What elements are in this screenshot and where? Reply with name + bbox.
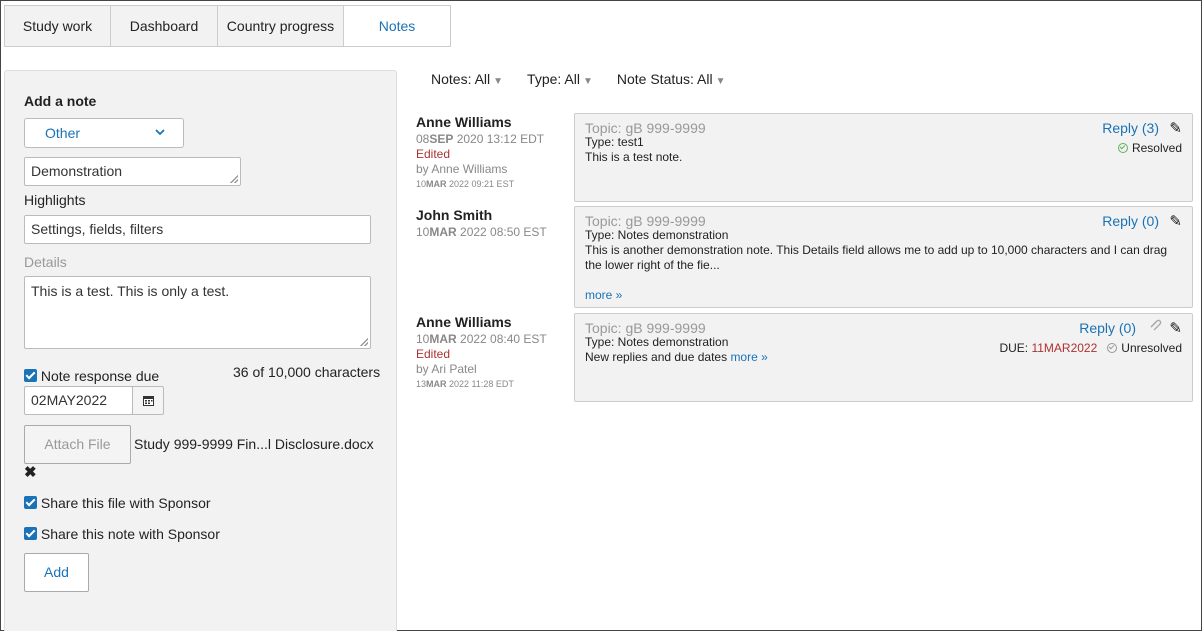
check-circle-icon	[1107, 343, 1118, 353]
note-type: Type: Notes demonstration	[585, 228, 729, 242]
chevron-down-icon	[155, 119, 165, 157]
tab-notes[interactable]: Notes	[344, 5, 451, 47]
note-type: Type: test1	[585, 135, 644, 149]
note-date: 10MAR 2022 08:50 EST	[416, 225, 547, 239]
due-date-input[interactable]: 02MAY2022	[24, 386, 133, 415]
caret-down-icon: ▼	[582, 76, 593, 87]
char-counter: 36 of 10,000 characters	[233, 364, 381, 380]
note-topic: Topic: gB 999-9999	[585, 213, 706, 229]
remove-file-icon[interactable]: ✖	[24, 463, 37, 481]
note-type: Type: Notes demonstration	[585, 335, 729, 349]
highlights-field[interactable]: Settings, fields, filters	[24, 215, 371, 244]
highlights-value: Settings, fields, filters	[31, 221, 164, 237]
share-note-checkbox[interactable]	[24, 527, 37, 540]
resize-grip-icon[interactable]	[230, 175, 238, 183]
due-label: DUE:	[999, 341, 1032, 355]
share-note-label: Share this note with Sponsor	[40, 526, 220, 542]
tab-dashboard[interactable]: Dashboard	[111, 5, 218, 47]
add-note-panel: Add a note Other Demonstration Highlight…	[4, 70, 397, 631]
share-file-label: Share this file with Sponsor	[40, 495, 211, 511]
calendar-button[interactable]	[132, 386, 164, 415]
add-note-button[interactable]: Add	[24, 553, 89, 592]
caret-down-icon: ▼	[715, 76, 726, 87]
reply-link[interactable]: Reply (0)	[1079, 320, 1136, 336]
caret-down-icon: ▼	[493, 76, 504, 87]
attached-file-name: Study 999-9999 Fin...l Disclosure.docx	[134, 436, 374, 452]
note-author: Anne Williams	[416, 114, 512, 130]
notes-filters: Notes: All ▼ Type: All ▼ Note Status: All ▼	[431, 71, 726, 87]
note-topic: Topic: gB 999-9999	[585, 320, 706, 336]
note-body: This is another demonstration note. This…	[585, 243, 1168, 272]
note-card[interactable]: Topic: gB 999-9999 Type: Notes demonstra…	[574, 206, 1193, 308]
note-author: Anne Williams	[416, 314, 512, 330]
status-badge: Resolved	[1117, 141, 1182, 155]
tab-country-progress[interactable]: Country progress	[218, 5, 344, 47]
edited-by: by Ari Patel	[416, 362, 477, 376]
calendar-icon	[142, 393, 154, 408]
share-file-row: Share this file with Sponsor	[24, 495, 211, 511]
reply-link[interactable]: Reply (0)	[1102, 213, 1159, 229]
attach-file-button[interactable]: Attach File	[24, 425, 131, 464]
note-body: This is a test note.	[585, 150, 683, 164]
share-file-checkbox[interactable]	[24, 496, 37, 509]
filter-type[interactable]: Type: All ▼	[527, 71, 593, 87]
pencil-icon[interactable]: ✎	[1169, 319, 1182, 337]
filter-notes[interactable]: Notes: All ▼	[431, 71, 503, 87]
details-label: Details	[24, 254, 67, 270]
note-author: John Smith	[416, 207, 493, 223]
details-textarea[interactable]: This is a test. This is only a test.	[24, 276, 371, 349]
reply-link[interactable]: Reply (3)	[1102, 120, 1159, 136]
response-due-row: Note response due	[24, 368, 159, 384]
note-meta: John Smith 10MAR 2022 08:50 EST	[416, 207, 547, 240]
edited-by: by Anne Williams	[416, 162, 508, 176]
note-card[interactable]: Topic: gB 999-9999 Type: test1 This is a…	[574, 113, 1193, 202]
note-category-select[interactable]: Other	[24, 118, 184, 148]
tab-study-work[interactable]: Study work	[4, 5, 111, 47]
highlights-label: Highlights	[24, 192, 86, 208]
note-date: 10MAR 2022 08:40 EST	[416, 332, 547, 346]
edited-date: 13MAR 2022 11:28 EDT	[416, 379, 514, 389]
details-value: This is a test. This is only a test.	[31, 283, 230, 299]
filter-notes-label: Notes: All	[431, 71, 491, 87]
filter-note-status[interactable]: Note Status: All ▼	[617, 71, 726, 87]
topic-field[interactable]: Demonstration	[24, 157, 241, 186]
response-due-label: Note response due	[40, 368, 160, 384]
note-meta: Anne Williams 10MAR 2022 08:40 EST Edite…	[416, 314, 547, 392]
filter-type-label: Type: All	[527, 71, 580, 87]
more-link[interactable]: more »	[730, 350, 767, 364]
note-date: 08SEP 2020 13:12 EDT	[416, 132, 545, 146]
response-due-checkbox[interactable]	[24, 369, 37, 382]
add-note-heading: Add a note	[24, 93, 97, 109]
topic-value: Demonstration	[31, 163, 123, 179]
pencil-icon[interactable]: ✎	[1169, 212, 1182, 230]
paperclip-icon[interactable]	[1148, 319, 1162, 334]
edited-label: Edited	[416, 347, 451, 361]
note-meta: Anne Williams 08SEP 2020 13:12 EDT Edite…	[416, 114, 544, 192]
more-link[interactable]: more »	[585, 288, 622, 302]
filter-status-label: Note Status: All	[616, 71, 713, 87]
note-category-value: Other	[45, 125, 81, 141]
due-date: 11MAR2022	[1031, 341, 1098, 355]
edited-label: Edited	[416, 147, 451, 161]
status-badge: DUE: 11MAR2022 Unresolved	[999, 341, 1182, 355]
resize-grip-icon[interactable]	[360, 338, 368, 346]
note-card[interactable]: Topic: gB 999-9999 Type: Notes demonstra…	[574, 313, 1193, 402]
check-circle-icon	[1117, 143, 1128, 153]
edited-date: 10MAR 2022 09:21 EST	[416, 179, 515, 189]
note-topic: Topic: gB 999-9999	[585, 120, 706, 136]
pencil-icon[interactable]: ✎	[1169, 119, 1182, 137]
due-date-value: 02MAY2022	[31, 392, 108, 408]
tab-bar: Study work Dashboard Country progress No…	[4, 5, 451, 47]
share-note-row: Share this note with Sponsor	[24, 526, 220, 542]
